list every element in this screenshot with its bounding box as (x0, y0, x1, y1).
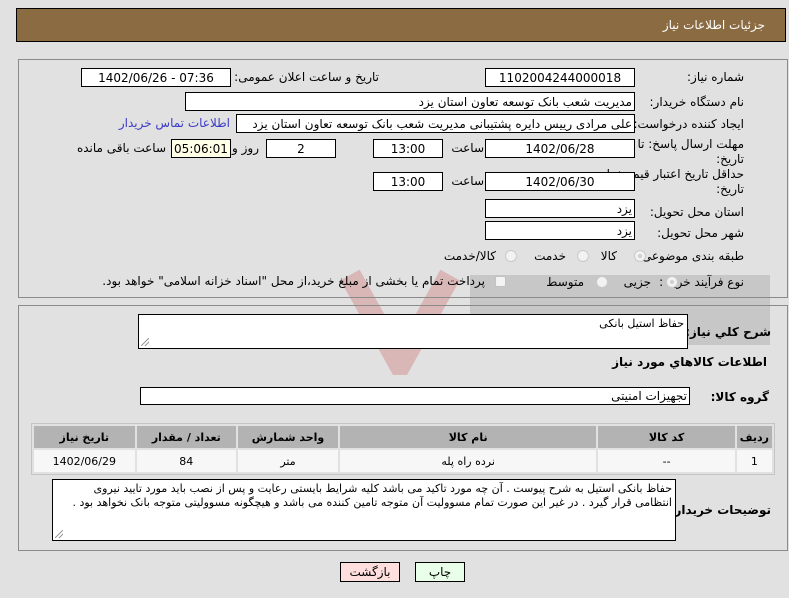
back-button[interactable]: بازگشت (340, 562, 400, 582)
price-validity-label-2: تاریخ: (716, 182, 744, 196)
table-row: 1 -- نرده راه پله متر 84 1402/06/29 (34, 450, 772, 472)
table-header-row: ردیف کد کالا نام کالا واحد شمارش تعداد /… (34, 426, 772, 448)
treasury-checkbox-label: پرداخت تمام یا بخشی از مبلغ خرید،از محل … (102, 274, 485, 288)
reply-deadline-label-2: تاریخ: (716, 152, 744, 166)
category-goods-label: کالا (600, 249, 617, 263)
remaining-time-label: ساعت باقی مانده (76, 141, 166, 155)
col-header-need-date: تاریخ نیاز (34, 426, 135, 448)
reply-deadline-time-field: 13:00 (373, 139, 443, 158)
col-header-quantity: تعداد / مقدار (136, 426, 237, 448)
resize-grip-icon[interactable] (55, 530, 63, 538)
goods-table-wrapper: ردیف کد کالا نام کالا واحد شمارش تعداد /… (31, 423, 775, 475)
reply-time-label: ساعت (451, 141, 484, 155)
purchase-type-medium-radio[interactable] (596, 276, 608, 288)
reply-deadline-label: مهلت ارسال پاسخ: تا (637, 137, 744, 151)
price-validity-time-field: 13:00 (373, 172, 443, 191)
category-label: طبقه بندی موضوعی: (637, 249, 744, 263)
col-header-unit: واحد شمارش (238, 426, 338, 448)
category-goods-service-label: کالا/خدمت (443, 249, 496, 263)
page-title: جزئیات اطلاعات نیاز (662, 18, 765, 32)
price-validity-date-field: 1402/06/30 (485, 172, 635, 191)
goods-group-label: گروه کالا: (710, 390, 769, 404)
buyer-notes-text: حفاظ بانکی استیل به شرح پیوست . آن چه مو… (72, 482, 672, 509)
print-button[interactable]: چاپ (415, 562, 465, 582)
buyer-org-field: مدیریت شعب بانک توسعه تعاون استان یزد (185, 92, 635, 111)
cell-quantity: 84 (136, 450, 237, 472)
days-label: روز و (232, 141, 259, 155)
need-number-label: شماره نیاز: (687, 70, 744, 84)
delivery-province-field: یزد (485, 199, 635, 218)
treasury-checkbox[interactable] (495, 276, 506, 287)
summary-textarea[interactable]: حفاظ استیل بانکی (138, 314, 688, 349)
validity-time-label: ساعت (451, 174, 484, 188)
goods-table: ردیف کد کالا نام کالا واحد شمارش تعداد /… (32, 424, 774, 474)
requester-field: علی مرادی رییس دایره پشتیبانی مدیریت شعب… (236, 114, 635, 133)
cell-code: -- (598, 450, 735, 472)
reply-deadline-date-field: 1402/06/28 (485, 139, 635, 158)
buyer-contact-link[interactable]: اطلاعات تماس خریدار (119, 116, 230, 130)
cell-name: نرده راه پله (339, 450, 597, 472)
summary-label: شرح کلي نياز: (685, 325, 771, 339)
need-number-field: 1102004244000018 (485, 68, 635, 87)
cell-unit: متر (238, 450, 338, 472)
purchase-type-minor-radio[interactable] (666, 276, 678, 288)
page-header: جزئیات اطلاعات نیاز (16, 8, 786, 42)
purchase-type-medium-label: متوسط (546, 275, 584, 289)
col-header-name: نام کالا (339, 426, 597, 448)
delivery-province-label: استان محل تحویل: (649, 205, 744, 219)
goods-group-field: تجهیزات امنیتی (140, 387, 690, 405)
category-goods-service-radio[interactable] (505, 250, 517, 262)
resize-grip-icon[interactable] (141, 338, 149, 346)
buyer-org-label: نام دستگاه خریدار: (649, 95, 745, 109)
cell-need-date: 1402/06/29 (34, 450, 135, 472)
summary-text: حفاظ استیل بانکی (599, 317, 684, 330)
remaining-time-field: 05:06:01 (171, 139, 231, 158)
category-goods-radio[interactable] (634, 250, 646, 262)
category-service-label: خدمت (534, 249, 566, 263)
purchase-type-minor-label: جزیی (623, 275, 651, 289)
delivery-city-field: یزد (485, 221, 635, 240)
goods-info-title: اطلاعات کالاهاي مورد نياز (612, 355, 767, 369)
requester-label: ایجاد کننده درخواست: (633, 117, 744, 131)
buyer-notes-textarea[interactable]: حفاظ بانکی استیل به شرح پیوست . آن چه مو… (52, 479, 676, 541)
cell-row-number: 1 (736, 450, 772, 472)
category-service-radio[interactable] (577, 250, 589, 262)
col-header-code: کد کالا (598, 426, 735, 448)
col-header-row-number: ردیف (736, 426, 772, 448)
announce-datetime-field: 1402/06/26 - 07:36 (81, 68, 231, 87)
buyer-notes-label: توضیحات خریدار: (669, 503, 771, 517)
announce-datetime-label: تاریخ و ساعت اعلان عمومی: (234, 70, 379, 84)
delivery-city-label: شهر محل تحویل: (657, 226, 744, 240)
remaining-days-field: 2 (266, 139, 336, 158)
